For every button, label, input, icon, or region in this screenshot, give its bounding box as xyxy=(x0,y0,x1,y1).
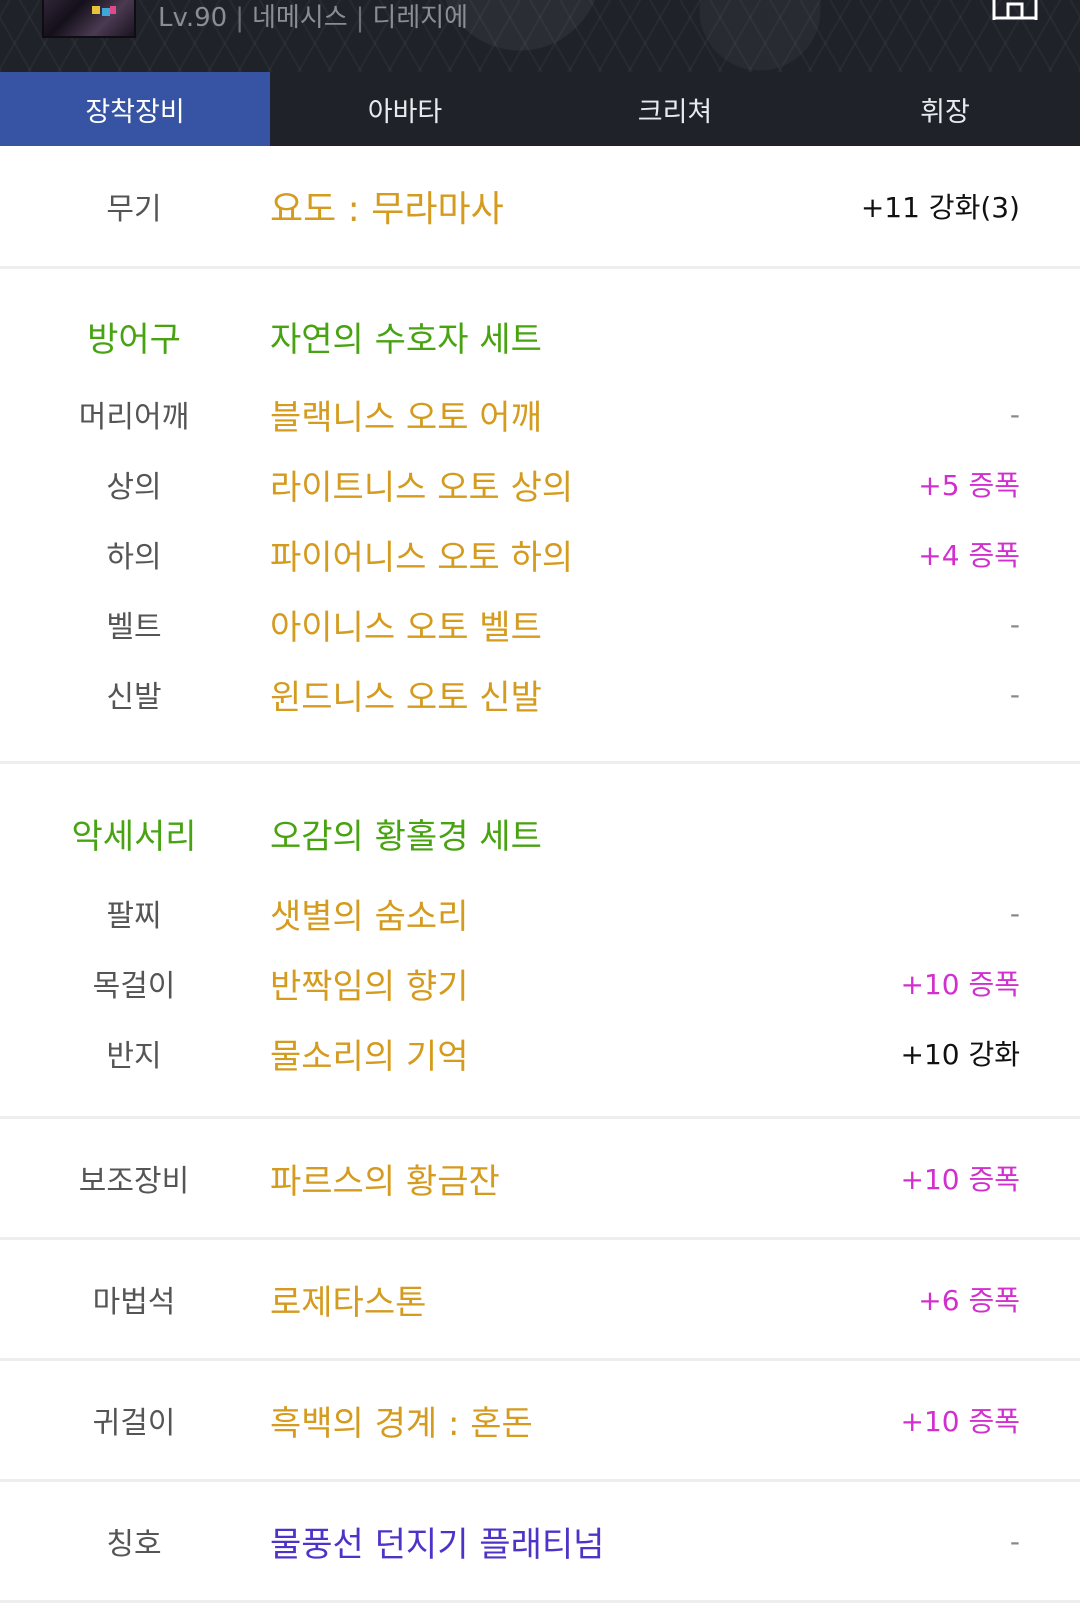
slot-label: 보조장비 xyxy=(78,1164,190,1199)
section-category: 방어구 xyxy=(87,319,181,360)
armor-set-row: 방어구 자연의 수호자 세트 xyxy=(0,293,1080,379)
character-level: Lv.90 xyxy=(158,3,228,33)
character-header: Lv.90 | 네메시스 | 디레지에 xyxy=(0,0,1080,72)
slot-label: 목걸이 xyxy=(92,969,176,1004)
item-name[interactable]: 블랙니스 오토 어깨 xyxy=(270,379,542,449)
character-avatar[interactable] xyxy=(42,0,136,38)
equipment-row-magic-stone[interactable]: 마법석 로제타스톤 +6 증폭 xyxy=(0,1240,1080,1358)
tab-avatar[interactable]: 아바타 xyxy=(270,72,540,146)
tab-emblem[interactable]: 휘장 xyxy=(810,72,1080,146)
slot-label: 무기 xyxy=(106,192,162,227)
title-section: 칭호 물풍선 던지기 플래티넘 - xyxy=(0,1482,1080,1603)
item-name[interactable]: 라이트니스 오토 상의 xyxy=(270,449,573,519)
tab-equipment[interactable]: 장착장비 xyxy=(0,72,270,146)
equipment-row-belt[interactable]: 벨트 아이니스 오토 벨트 - xyxy=(0,589,1080,659)
accessory-section: 악세서리 오감의 황홀경 세트 팔찌 샛별의 숨소리 - 목걸이 반짝임의 향기… xyxy=(0,764,1080,1119)
equipment-row-earring[interactable]: 귀걸이 흑백의 경계 : 혼돈 +10 증폭 xyxy=(0,1361,1080,1479)
set-name[interactable]: 오감의 황홀경 세트 xyxy=(270,788,542,878)
slot-label: 상의 xyxy=(106,470,162,505)
weapon-section: 무기 요도 : 무라마사 +11 강화(3) xyxy=(0,146,1080,269)
slot-label: 칭호 xyxy=(106,1527,162,1562)
character-server: 네메시스 xyxy=(251,3,348,33)
section-category: 악세서리 xyxy=(71,816,197,857)
item-name[interactable]: 물소리의 기억 xyxy=(270,1018,469,1088)
info-separator: | xyxy=(355,3,365,33)
equipment-row-necklace[interactable]: 목걸이 반짝임의 향기 +10 증폭 xyxy=(0,948,1080,1018)
item-stat: - xyxy=(1009,607,1020,641)
slot-label: 반지 xyxy=(106,1039,162,1074)
tab-creature[interactable]: 크리쳐 xyxy=(540,72,810,146)
equipment-row-top[interactable]: 상의 라이트니스 오토 상의 +5 증폭 xyxy=(0,449,1080,519)
item-name[interactable]: 반짝임의 향기 xyxy=(270,948,469,1018)
equipment-row-shoes[interactable]: 신발 윈드니스 오토 신발 - xyxy=(0,659,1080,729)
slot-label: 벨트 xyxy=(106,610,162,645)
item-stat: +4 증폭 xyxy=(918,539,1020,572)
character-info: Lv.90 | 네메시스 | 디레지에 xyxy=(158,0,468,36)
equipment-row-shoulder[interactable]: 머리어깨 블랙니스 오토 어깨 - xyxy=(0,379,1080,449)
armor-section: 방어구 자연의 수호자 세트 머리어깨 블랙니스 오토 어깨 - 상의 라이트니… xyxy=(0,269,1080,764)
item-stat: +10 증폭 xyxy=(900,1405,1020,1438)
equipment-row-sub-weapon[interactable]: 보조장비 파르스의 황금잔 +10 증폭 xyxy=(0,1119,1080,1237)
sub-weapon-section: 보조장비 파르스의 황금잔 +10 증폭 xyxy=(0,1119,1080,1240)
item-name[interactable]: 파이어니스 오토 하의 xyxy=(270,519,573,589)
slot-label: 귀걸이 xyxy=(92,1406,176,1441)
equipment-row-bottom[interactable]: 하의 파이어니스 오토 하의 +4 증폭 xyxy=(0,519,1080,589)
item-name[interactable]: 흑백의 경계 : 혼돈 xyxy=(270,1361,533,1479)
slot-label: 팔찌 xyxy=(106,899,162,934)
item-name[interactable]: 파르스의 황금잔 xyxy=(270,1119,500,1237)
item-stat: - xyxy=(1009,896,1020,930)
magic-stone-section: 마법석 로제타스톤 +6 증폭 xyxy=(0,1240,1080,1361)
item-stat: +10 증폭 xyxy=(900,968,1020,1001)
equipment-tabs: 장착장비 아바타 크리쳐 휘장 xyxy=(0,72,1080,146)
character-job: 디레지에 xyxy=(372,3,469,33)
avatar-pixel xyxy=(102,8,110,16)
item-stat: +6 증폭 xyxy=(918,1284,1020,1317)
slot-label: 신발 xyxy=(106,680,162,715)
item-name[interactable]: 물풍선 던지기 플래티넘 xyxy=(270,1482,604,1600)
accessory-set-row: 악세서리 오감의 황홀경 세트 xyxy=(0,788,1080,878)
equipment-row-bracelet[interactable]: 팔찌 샛별의 숨소리 - xyxy=(0,878,1080,948)
item-stat: +10 강화 xyxy=(900,1038,1020,1071)
item-stat: - xyxy=(1009,677,1020,711)
item-stat: +5 증폭 xyxy=(918,469,1020,502)
earring-section: 귀걸이 흑백의 경계 : 혼돈 +10 증폭 xyxy=(0,1361,1080,1482)
item-name[interactable]: 윈드니스 오토 신발 xyxy=(270,659,542,729)
info-separator: | xyxy=(235,3,244,33)
slot-label: 머리어깨 xyxy=(78,400,190,435)
equipment-row-ring[interactable]: 반지 물소리의 기억 +10 강화 xyxy=(0,1018,1080,1088)
item-name[interactable]: 샛별의 숨소리 xyxy=(270,878,469,948)
home-icon[interactable] xyxy=(990,0,1040,20)
avatar-pixel xyxy=(110,6,116,14)
equipment-row-weapon[interactable]: 무기 요도 : 무라마사 +11 강화(3) xyxy=(0,146,1080,266)
set-name[interactable]: 자연의 수호자 세트 xyxy=(270,293,542,379)
item-stat: +11 강화(3) xyxy=(860,191,1020,224)
item-name[interactable]: 요도 : 무라마사 xyxy=(270,146,504,266)
avatar-pixel xyxy=(92,6,100,14)
item-stat: - xyxy=(1009,397,1020,431)
item-stat: - xyxy=(1009,1524,1020,1558)
item-stat: +10 증폭 xyxy=(900,1163,1020,1196)
equipment-row-title[interactable]: 칭호 물풍선 던지기 플래티넘 - xyxy=(0,1482,1080,1600)
slot-label: 마법석 xyxy=(92,1285,176,1320)
item-name[interactable]: 아이니스 오토 벨트 xyxy=(270,589,542,659)
slot-label: 하의 xyxy=(106,540,162,575)
item-name[interactable]: 로제타스톤 xyxy=(270,1240,426,1358)
